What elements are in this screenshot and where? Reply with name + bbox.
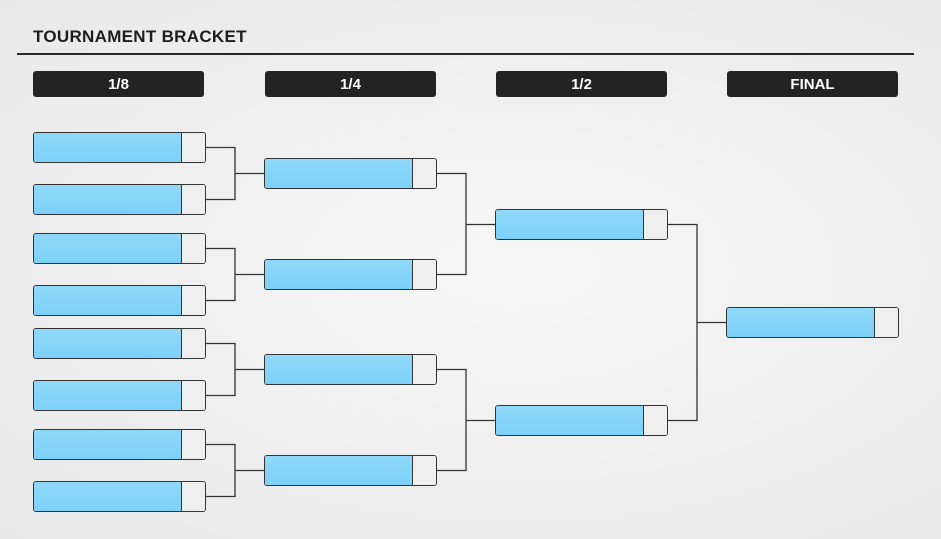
team-name-field[interactable] — [34, 482, 182, 511]
score-field[interactable] — [182, 286, 205, 315]
match-slot[interactable] — [264, 354, 437, 385]
match-slot[interactable] — [495, 405, 668, 436]
team-name-field[interactable] — [265, 159, 413, 188]
score-field[interactable] — [413, 456, 436, 485]
connector-line — [437, 368, 495, 472]
score-field[interactable] — [182, 234, 205, 263]
match-slot[interactable] — [495, 209, 668, 240]
match-slot[interactable] — [33, 481, 206, 512]
team-name-field[interactable] — [34, 185, 182, 214]
score-field[interactable] — [182, 430, 205, 459]
score-field[interactable] — [182, 185, 205, 214]
team-name-field[interactable] — [34, 286, 182, 315]
connector-line — [206, 342, 264, 397]
team-name-field[interactable] — [265, 456, 413, 485]
score-field[interactable] — [182, 482, 205, 511]
score-field[interactable] — [413, 355, 436, 384]
match-slot[interactable] — [33, 380, 206, 411]
match-slot[interactable] — [33, 429, 206, 460]
connector-line — [206, 146, 264, 201]
score-field[interactable] — [182, 133, 205, 162]
team-name-field[interactable] — [34, 133, 182, 162]
score-field[interactable] — [182, 329, 205, 358]
score-field[interactable] — [413, 159, 436, 188]
connector-line — [437, 172, 495, 276]
match-slot[interactable] — [264, 158, 437, 189]
score-field[interactable] — [644, 210, 667, 239]
connector-line — [206, 247, 264, 302]
match-slot[interactable] — [33, 233, 206, 264]
connector-line — [668, 223, 726, 422]
team-name-field[interactable] — [34, 430, 182, 459]
score-field[interactable] — [644, 406, 667, 435]
match-slot[interactable] — [264, 259, 437, 290]
match-slot[interactable] — [33, 132, 206, 163]
team-name-field[interactable] — [496, 210, 644, 239]
score-field[interactable] — [875, 308, 898, 337]
match-slot[interactable] — [264, 455, 437, 486]
connector-line — [206, 443, 264, 498]
match-slot[interactable] — [33, 184, 206, 215]
match-slot[interactable] — [33, 328, 206, 359]
match-slot[interactable] — [33, 285, 206, 316]
team-name-field[interactable] — [727, 308, 875, 337]
team-name-field[interactable] — [265, 355, 413, 384]
team-name-field[interactable] — [34, 234, 182, 263]
score-field[interactable] — [182, 381, 205, 410]
team-name-field[interactable] — [34, 329, 182, 358]
match-slot[interactable] — [726, 307, 899, 338]
team-name-field[interactable] — [496, 406, 644, 435]
team-name-field[interactable] — [265, 260, 413, 289]
team-name-field[interactable] — [34, 381, 182, 410]
score-field[interactable] — [413, 260, 436, 289]
